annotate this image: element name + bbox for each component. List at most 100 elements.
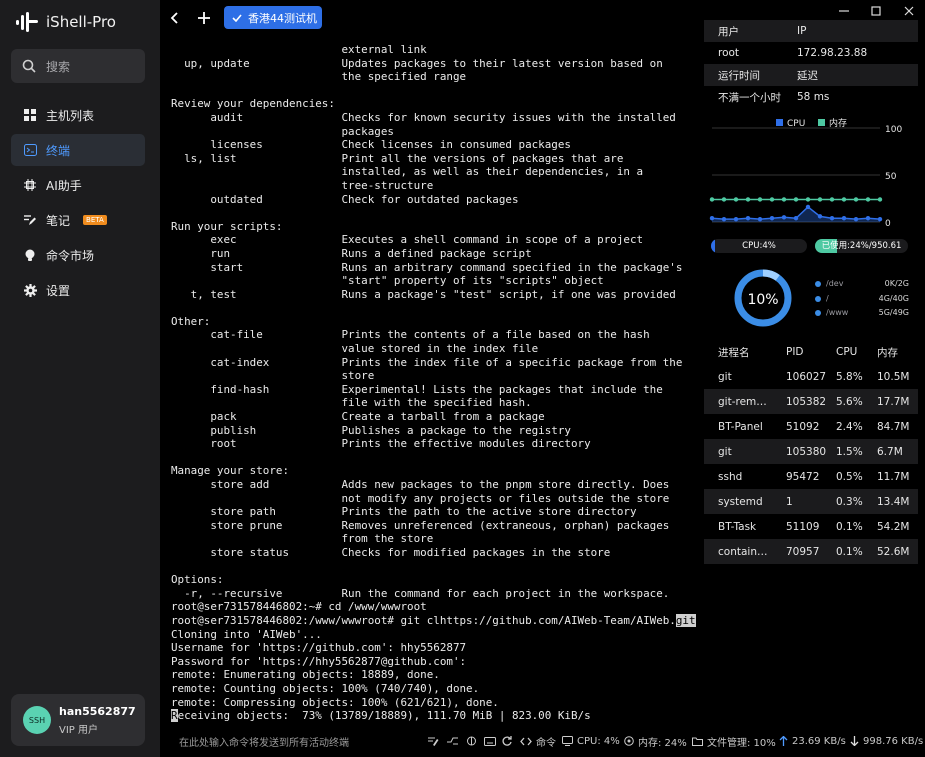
monitor-icon (562, 736, 573, 746)
sidebar-item-label: 主机列表 (46, 108, 95, 123)
arrow-down-icon (850, 736, 859, 746)
folder-icon (692, 737, 703, 746)
terminal-line: Options: (171, 573, 224, 587)
terminal-line: store add Adds new packages to the pnpm … (171, 478, 670, 491)
terminal-line: publish Publishes a package to the regis… (171, 423, 571, 437)
disk-value: 0K/2G (884, 279, 909, 288)
terminal-line: Other: (171, 314, 211, 328)
terminal-line: store (171, 369, 375, 383)
cpu-bar: CPU:4% (711, 239, 807, 253)
process-pid: 105382 (786, 395, 827, 408)
tab-active-host[interactable]: 香港44测试机 (224, 6, 322, 29)
sidebar-item-ai[interactable]: AI助手 (11, 169, 145, 201)
info-row: 用户 IP (704, 20, 918, 42)
table-row[interactable]: systemd 1 0.3% 13.4M (704, 489, 918, 514)
snippet-icon[interactable] (428, 736, 439, 746)
disk-usage: 10% /dev 0K/2G / 4G/40G /www 5G/49G (704, 262, 918, 336)
search-icon (22, 59, 36, 73)
sidebar: iShell-Pro 搜索 主机列表 终端 AI助手 笔记 BETA 命令市场 … (0, 0, 160, 757)
y-tick-label: 100 (885, 125, 902, 135)
legend-mem-swatch (818, 119, 825, 126)
table-row[interactable]: git 106027 5.8% 10.5M (704, 364, 918, 389)
terminal-line: Review your dependencies: (171, 97, 335, 111)
command-button[interactable]: 命令 (520, 734, 556, 749)
refresh-icon[interactable] (502, 736, 512, 746)
data-point (733, 216, 739, 222)
sidebar-item-settings[interactable]: 设置 (11, 274, 145, 306)
info-ip-value: 172.98.23.88 (797, 47, 868, 59)
table-row[interactable]: containerd 70957 0.1% 52.6M (704, 539, 918, 564)
keyboard-icon[interactable] (484, 736, 496, 746)
table-row[interactable]: BT-Panel 51092 2.4% 84.7M (704, 414, 918, 439)
terminal-line: remote: Enumerating objects: 18889, done… (171, 668, 440, 682)
maximize-button[interactable] (868, 4, 884, 18)
broadcast-input-hint[interactable]: 在此处输入命令将发送到所有活动终端 (179, 734, 349, 749)
process-mem: 13.4M (877, 495, 910, 508)
terminal-line: cat-index Prints the index file of a spe… (171, 355, 683, 369)
sidebar-item-terminal[interactable]: 终端 (11, 134, 145, 166)
header-name[interactable]: 进程名 (704, 345, 772, 360)
process-cpu: 0.5% (836, 470, 863, 483)
resource-chart: CPU 内存 100 50 0 (704, 112, 918, 230)
sidebar-item-label: 终端 (46, 143, 71, 158)
process-pid: 1 (786, 495, 793, 508)
status-bar: 在此处输入命令将发送到所有活动终端 命令 CPU: 4% 内存: 24% 文件管… (160, 730, 925, 752)
terminal-line: the specified range (171, 70, 467, 84)
back-button[interactable] (166, 9, 184, 27)
terminal-output[interactable]: external link up, update Updates package… (171, 43, 696, 723)
disk-item: / 4G/40G (815, 294, 909, 303)
terminal-line: outdated Check for outdated packages (171, 192, 519, 206)
data-point (829, 197, 835, 202)
data-point (853, 216, 859, 222)
data-point (829, 216, 835, 221)
bulb-icon (23, 248, 37, 262)
new-tab-button[interactable] (195, 9, 213, 27)
close-button[interactable] (901, 4, 917, 18)
arrow-up-icon (779, 736, 788, 746)
search-input[interactable]: 搜索 (11, 49, 145, 83)
process-name: BT-Panel (718, 420, 763, 433)
table-row[interactable]: git 105380 1.5% 6.7M (704, 439, 918, 464)
route-icon[interactable] (447, 736, 458, 746)
user-card[interactable]: SSH han5562877 VIP 用户 (11, 694, 145, 746)
sidebar-item-hosts[interactable]: 主机列表 (11, 99, 145, 131)
terminal-line: start Runs an arbitrary command specifie… (171, 260, 683, 274)
chevron-left-icon (170, 12, 178, 24)
terminal-line: remote: Counting objects: 100% (740/740)… (171, 681, 480, 695)
process-mem: 17.7M (877, 395, 910, 408)
minimize-button[interactable] (836, 4, 852, 18)
download-speed: 998.76 KB/s (850, 736, 923, 747)
disk-value: 5G/49G (878, 308, 909, 317)
header-cpu[interactable]: CPU (822, 346, 858, 358)
cpu-status: CPU: 4% (562, 736, 620, 747)
beta-badge: BETA (83, 215, 107, 225)
header-pid[interactable]: PID (772, 346, 822, 358)
sidebar-item-notes[interactable]: 笔记 BETA (11, 204, 145, 236)
app-logo: iShell-Pro (16, 12, 116, 32)
table-header: 进程名 PID CPU 内存 (704, 340, 918, 364)
terminal-line: licenses Check licenses in consumed pack… (171, 138, 571, 152)
process-pid: 51092 (786, 420, 820, 433)
note-icon (23, 213, 37, 227)
process-cpu: 2.4% (836, 420, 863, 433)
terminal-line: packages (171, 124, 394, 138)
sidebar-item-command-market[interactable]: 命令市场 (11, 239, 145, 271)
terminal-line: run Runs a defined package script (171, 246, 532, 260)
terminal-line: Manage your store: (171, 464, 290, 478)
table-row[interactable]: sshd 95472 0.5% 11.7M (704, 464, 918, 489)
header-mem[interactable]: 内存 (858, 345, 898, 360)
avatar: SSH (23, 706, 51, 734)
upload-speed-text: 23.69 KB/s (792, 735, 846, 747)
app-title: iShell-Pro (46, 13, 116, 31)
user-name: han5562877 (59, 704, 136, 718)
terminal-line: root Prints the effective modules direct… (171, 437, 591, 451)
table-row[interactable]: git-remote-... 105382 5.6% 17.7M (704, 389, 918, 414)
sidebar-item-label: 命令市场 (46, 248, 95, 263)
terminal-line: audit Checks for known security issues w… (171, 110, 676, 124)
file-manager-status[interactable]: 文件管理: 10% (692, 734, 776, 749)
table-row[interactable]: BT-Task 51109 0.1% 54.2M (704, 514, 918, 539)
sync-icon[interactable] (466, 736, 477, 746)
disk-name: /dev (826, 279, 844, 288)
process-name: git (718, 445, 732, 458)
